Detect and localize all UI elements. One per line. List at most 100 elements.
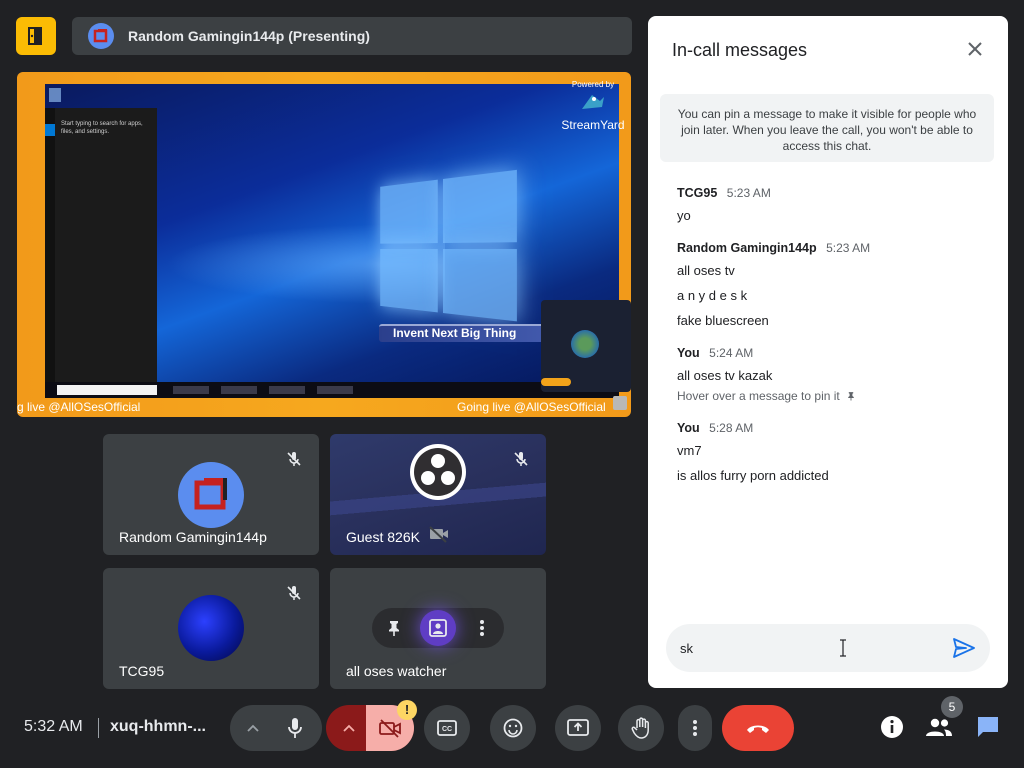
shared-screen: Start typing to search for apps, files, … [45,84,619,398]
more-options-button[interactable] [678,705,712,751]
divider [98,718,99,738]
frame-person-icon [429,619,447,637]
start-menu: Start typing to search for apps, files, … [45,108,157,382]
meeting-details-button[interactable] [877,712,907,742]
leave-call-button[interactable] [722,705,794,751]
message-header: You 5:24 AM [677,346,987,360]
presenter-bar[interactable]: Random Gamingin144p (Presenting) [72,17,632,55]
participant-name: all oses watcher [346,663,447,679]
message-sender: You [677,421,700,435]
more-vertical-icon [480,620,484,636]
going-live-banner-right: Going live @AllOSesOfficial [457,400,606,414]
people-icon [926,718,952,736]
audio-options-button[interactable] [238,705,268,751]
message-time: 5:28 AM [709,421,754,435]
reactions-button[interactable] [490,705,536,751]
svg-text:CC: CC [442,726,452,733]
avatar [178,462,244,528]
meet-app: Random Gamingin144p (Presenting) Start t… [0,0,1024,768]
pin-button[interactable] [376,610,412,646]
message-time: 5:23 AM [726,186,771,200]
taskbar-search [57,385,157,395]
message-sender: You [677,346,700,360]
video-options-button[interactable] [334,705,364,751]
microphone-icon [288,718,302,738]
close-chat-button[interactable] [962,36,988,62]
mic-off-icon [287,452,301,466]
message-group[interactable]: Random Gamingin144p 5:23 AM all oses tv … [677,241,987,328]
send-icon [953,638,975,658]
message-group[interactable]: TCG95 5:23 AM yo [677,186,987,223]
send-message-button[interactable] [950,634,978,662]
message-sender: TCG95 [677,186,718,200]
participant-name: TCG95 [119,663,165,679]
text-cursor-icon [840,639,846,657]
mic-off-icon [287,586,301,600]
message-text: fake bluescreen [677,313,769,328]
chat-title: In-call messages [672,40,808,60]
raise-hand-button[interactable] [618,705,664,751]
pin-icon[interactable] [846,390,856,402]
windows-taskbar [45,382,619,398]
closed-captions-icon: CC [437,720,457,736]
captions-button[interactable]: CC [424,705,470,751]
message-list: TCG95 5:23 AM yo Random Gamingin144p 5:2… [677,186,987,501]
taskbar-item [317,386,353,394]
red-square-logo-icon [194,478,227,510]
present-screen-icon [567,719,589,736]
pin-icon [389,621,399,636]
message-text: all oses tv kazak [677,368,773,383]
info-icon [881,716,903,738]
mic-off-icon [514,452,528,466]
message-header: TCG95 5:23 AM [677,186,987,200]
frame-person-button[interactable] [420,610,456,646]
microphone-button[interactable] [272,705,318,751]
participant-count-badge: 5 [941,696,963,718]
presentation-stage[interactable]: Start typing to search for apps, files, … [17,72,631,417]
message-group[interactable]: You 5:24 AM all oses tv kazak Hover over… [677,346,987,403]
taskbar-item [221,386,257,394]
door-exit-icon [28,27,42,45]
tile-more-button[interactable] [464,610,500,646]
participant-tile[interactable]: all oses watcher [330,568,546,689]
participant-tile[interactable]: Guest 826K [330,434,546,555]
chat-input-box[interactable] [666,624,990,672]
meeting-code[interactable]: xuq-hhmn-... [110,718,206,736]
message-header: Random Gamingin144p 5:23 AM [677,241,987,255]
meeting-logo-button[interactable] [16,17,56,55]
chat-message-input[interactable] [680,634,930,662]
windows-logo-icon [380,169,524,329]
camera-logo-icon [571,330,599,358]
presenter-name: Random Gamingin144p (Presenting) [128,28,370,44]
camera-tag [541,378,571,386]
streamyard-logo: Powered by StreamYard [553,80,631,132]
message-text: yo [677,208,691,223]
stream-camera-box [541,300,631,392]
streamyard-bird-icon [582,95,604,109]
going-live-banner-left: g live @AllOSesOfficial [17,400,141,414]
chat-panel: In-call messages You can pin a message t… [648,16,1008,688]
start-menu-selection [45,124,55,136]
pin-hint: Hover over a message to pin it [677,389,987,403]
camera-off-icon [379,719,401,738]
message-header: You 5:28 AM [677,421,987,435]
message-time: 5:24 AM [709,346,754,360]
message-text: all oses tv [677,263,735,278]
tile-hover-actions [372,608,504,648]
emoji-icon [503,718,523,738]
chat-icon [978,717,998,737]
hang-up-icon [747,725,769,733]
start-menu-rail [45,108,55,382]
chat-button[interactable] [973,712,1003,742]
pin-info-note: You can pin a message to make it visible… [660,94,994,162]
present-screen-button[interactable] [555,705,601,751]
participant-tile[interactable]: TCG95 [103,568,319,689]
presenter-avatar [88,23,114,49]
more-vertical-icon [693,720,697,736]
avatar [410,444,466,500]
message-group[interactable]: You 5:28 AM vm7 is allos furry porn addi… [677,421,987,483]
stream-corner-icon [613,396,627,410]
message-text: a n y d e s k [677,288,748,303]
participant-tile[interactable]: Random Gamingin144p [103,434,319,555]
message-time: 5:23 AM [826,241,871,255]
